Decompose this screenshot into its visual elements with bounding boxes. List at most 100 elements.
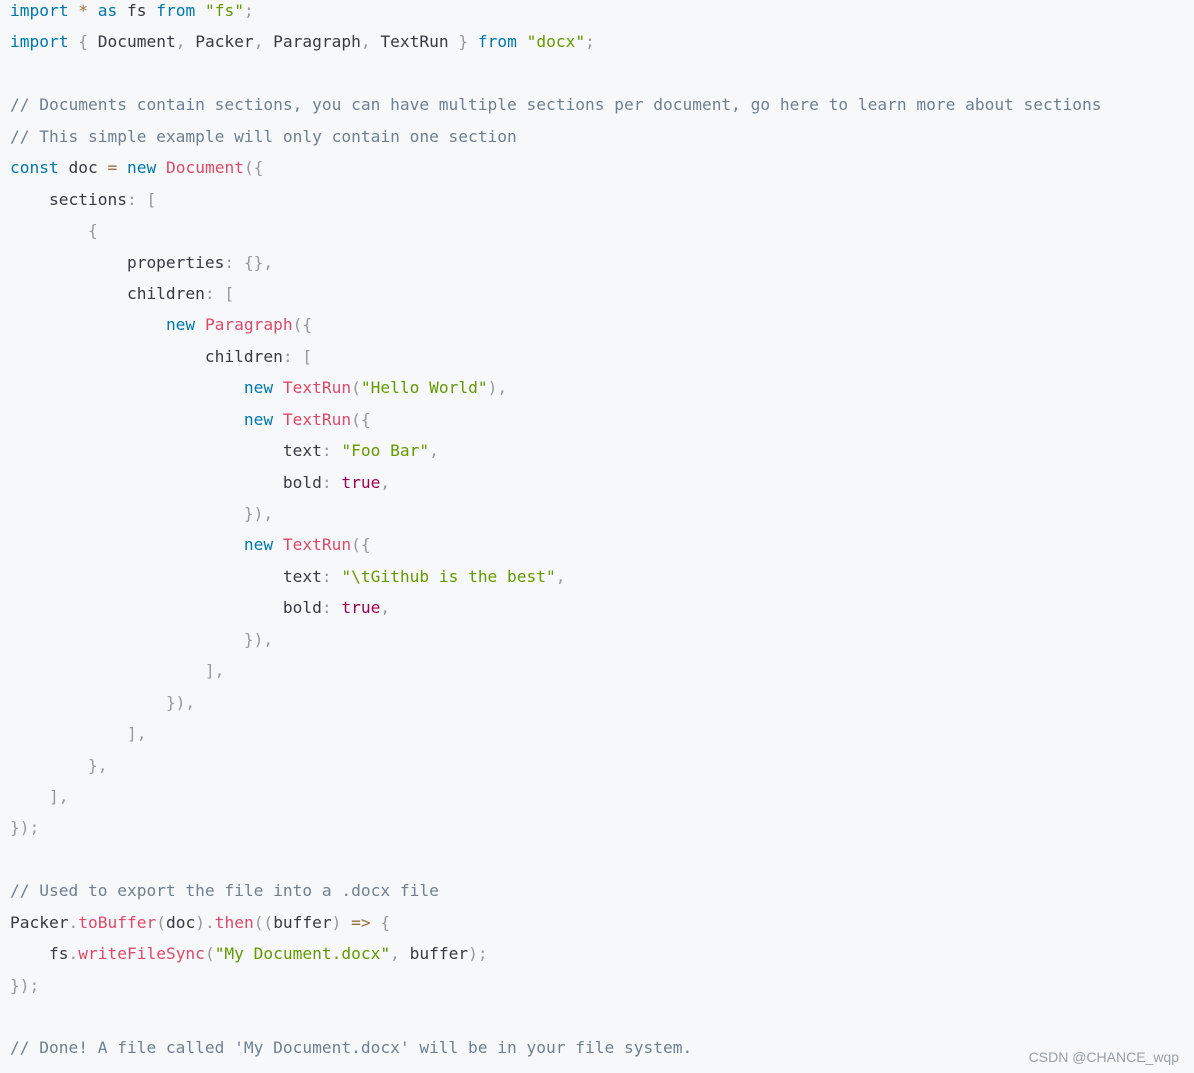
code-token-string: "docx" xyxy=(526,32,586,52)
code-token-string: "Foo Bar" xyxy=(341,441,430,461)
code-token-function: Paragraph xyxy=(204,315,293,335)
code-token-keyword: new xyxy=(126,158,157,178)
code-token-punctuation: : xyxy=(204,283,215,303)
code-token-punctuation: ( xyxy=(156,912,166,932)
code-line: bold: true, xyxy=(10,592,1194,623)
code-token-punctuation: [ xyxy=(224,283,235,303)
code-token-plain: text xyxy=(10,441,322,461)
code-line: }), xyxy=(10,498,1194,529)
code-token-plain: buffer xyxy=(273,912,332,932)
code-token-punctuation: , xyxy=(380,598,391,618)
code-line: // Documents contain sections, you can h… xyxy=(10,89,1194,120)
code-token-plain: TextRun xyxy=(370,32,459,52)
code-token-plain: sections xyxy=(10,189,127,209)
code-line: }); xyxy=(10,812,1194,843)
code-token-punctuation: : xyxy=(224,252,235,272)
code-token-function: TextRun xyxy=(282,409,352,429)
code-token-punctuation: ({ xyxy=(351,535,371,555)
code-line: fs.writeFileSync("My Document.docx", buf… xyxy=(10,938,1194,969)
code-token-comment: // Used to export the file into a .docx … xyxy=(10,881,439,901)
code-line: }), xyxy=(10,624,1194,655)
code-token-punctuation: ({ xyxy=(243,158,264,178)
code-token-function: then xyxy=(214,912,254,932)
code-token-string: "\tGithub is the best" xyxy=(341,566,556,586)
watermark: CSDN @CHANCE_wqp xyxy=(1028,1049,1179,1065)
code-token-operator: = xyxy=(107,158,118,178)
code-token-comment: // Documents contain sections, you can h… xyxy=(10,95,1102,115)
code-token-punctuation: : xyxy=(321,566,332,586)
code-token-boolean: true xyxy=(341,472,381,492)
code-token-punctuation: [ xyxy=(302,346,313,366)
code-token-punctuation: , xyxy=(429,441,439,461)
code-token-operator: * xyxy=(78,1,88,20)
code-token-punctuation: } xyxy=(458,32,469,52)
code-line: // Used to export the file into a .docx … xyxy=(10,875,1194,906)
code-token-punctuation: }), xyxy=(165,692,196,712)
code-token-punctuation: ( xyxy=(204,944,215,964)
code-token-punctuation: ); xyxy=(468,944,488,964)
code-token-comment: // Done! A file called 'My Document.docx… xyxy=(10,1038,693,1058)
code-token-plain: fs xyxy=(117,1,157,20)
code-token-boolean: true xyxy=(341,598,381,618)
code-token-function: TextRun xyxy=(282,535,352,555)
code-token-punctuation: , xyxy=(175,32,186,52)
code-token-comment: // This simple example will only contain… xyxy=(10,126,517,146)
code-token-punctuation: ) xyxy=(331,912,342,932)
code-token-punctuation: }), xyxy=(243,504,274,523)
code-token-keyword: new xyxy=(243,409,274,429)
code-token-plain: children xyxy=(10,346,283,366)
code-line: const doc = new Document({ xyxy=(10,152,1194,183)
code-token-plain: children xyxy=(10,283,205,303)
code-line: new TextRun({ xyxy=(10,529,1194,560)
code-line: new Paragraph({ xyxy=(10,309,1194,340)
code-token-punctuation: , xyxy=(380,472,391,492)
code-token-function: Document xyxy=(165,158,244,178)
code-token-plain: Document xyxy=(87,32,176,52)
code-line: { xyxy=(10,215,1194,246)
code-token-string: "Hello World" xyxy=(360,378,488,398)
code-token-punctuation: : xyxy=(321,472,332,492)
code-token-punctuation: }), xyxy=(243,629,274,649)
code-token-function: toBuffer xyxy=(78,912,157,932)
code-line: // Done! A file called 'My Document.docx… xyxy=(10,1032,1194,1063)
code-line: properties: {}, xyxy=(10,247,1194,278)
code-token-operator: => xyxy=(351,912,371,932)
code-token-punctuation: ], xyxy=(126,724,147,744)
code-token-function: TextRun xyxy=(282,378,352,398)
code-token-keyword: import xyxy=(10,32,69,52)
code-line: // This simple example will only contain… xyxy=(10,121,1194,152)
code-line: text: "\tGithub is the best", xyxy=(10,561,1194,592)
code-token-punctuation: , xyxy=(390,944,400,964)
code-token-punctuation: {}, xyxy=(243,252,274,272)
code-line: }, xyxy=(10,750,1194,781)
code-token-plain: buffer xyxy=(399,944,469,964)
code-line: children: [ xyxy=(10,341,1194,372)
code-token-keyword: const xyxy=(10,158,59,178)
code-token-keyword: as xyxy=(97,1,118,20)
code-token-keyword: new xyxy=(243,378,274,398)
code-token-punctuation: }); xyxy=(10,818,40,838)
code-token-punctuation: : xyxy=(321,441,332,461)
code-token-keyword: new xyxy=(243,535,274,555)
code-token-punctuation: ({ xyxy=(292,315,313,335)
code-content[interactable]: import * as fs from "fs"; import { Docume… xyxy=(10,0,1194,1069)
code-token-punctuation: { xyxy=(380,912,391,932)
